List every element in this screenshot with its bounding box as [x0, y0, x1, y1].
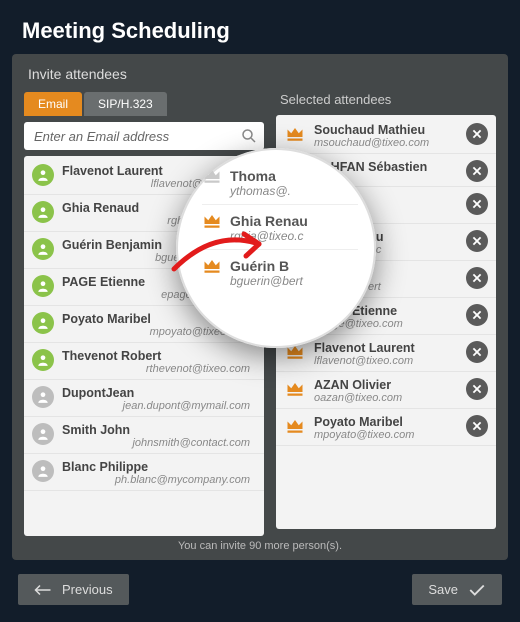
person-icon — [32, 423, 54, 445]
person-icon — [32, 349, 54, 371]
panel-title: Invite attendees — [24, 66, 496, 92]
magnified-row: Thoma ythomas@. — [202, 160, 358, 205]
selected-row[interactable]: AZAN Olivier oazan@tixeo.com — [276, 372, 496, 409]
remove-button[interactable] — [466, 160, 488, 182]
person-icon — [32, 275, 54, 297]
selected-email: oazan@tixeo.com — [314, 392, 466, 404]
contact-name: Blanc Philippe — [62, 460, 256, 474]
contact-email: johnsmith@contact.com — [62, 437, 256, 449]
remove-button[interactable] — [466, 415, 488, 437]
tabs: Email SIP/H.323 — [24, 92, 264, 116]
remove-button[interactable] — [466, 230, 488, 252]
selected-name: Poyato Maribel — [314, 415, 466, 429]
selected-name: Souchaud Mathieu — [314, 123, 466, 137]
footer: Previous Save — [0, 560, 520, 619]
remove-button[interactable] — [466, 267, 488, 289]
tab-email[interactable]: Email — [24, 92, 82, 116]
selected-row[interactable]: Poyato Maribel mpoyato@tixeo.com — [276, 409, 496, 446]
crown-icon — [284, 415, 306, 437]
magnified-email: ythomas@. — [230, 184, 291, 198]
remove-button[interactable] — [466, 304, 488, 326]
contact-name: DupontJean — [62, 386, 256, 400]
contact-row[interactable]: Blanc Philippe ph.blanc@mycompany.com — [24, 454, 264, 491]
page-title: Meeting Scheduling — [0, 0, 520, 54]
contact-name: Thevenot Robert — [62, 349, 256, 363]
remove-button[interactable] — [466, 341, 488, 363]
contact-name: Smith John — [62, 423, 256, 437]
person-icon — [32, 460, 54, 482]
tab-sip[interactable]: SIP/H.323 — [84, 92, 167, 116]
contact-email: jean.dupont@mymail.com — [62, 400, 256, 412]
selected-row[interactable]: Souchaud Mathieu msouchaud@tixeo.com — [276, 117, 496, 154]
crown-icon — [284, 123, 306, 145]
selected-email: lflavenot@tixeo.com — [314, 355, 466, 367]
contact-row[interactable]: Smith John johnsmith@contact.com — [24, 417, 264, 454]
magnified-name: Thoma — [230, 168, 291, 184]
selected-email: mpoyato@tixeo.com — [314, 429, 466, 441]
person-icon — [32, 312, 54, 334]
magnifier-overlay: Thoma ythomas@. Ghia Renau rghia@tixeo.c… — [176, 148, 376, 348]
crown-icon — [202, 213, 222, 229]
crown-icon — [202, 258, 222, 274]
person-icon — [32, 386, 54, 408]
search-input[interactable] — [24, 122, 264, 150]
person-icon — [32, 201, 54, 223]
magnified-row: Ghia Renau rghia@tixeo.c — [202, 205, 358, 250]
remove-button[interactable] — [466, 378, 488, 400]
selected-title: Selected attendees — [276, 92, 496, 115]
remove-button[interactable] — [466, 123, 488, 145]
magnified-row: Guérin B bguerin@bert — [202, 250, 358, 294]
previous-button[interactable]: Previous — [18, 574, 129, 605]
check-icon — [468, 583, 486, 597]
crown-icon — [284, 378, 306, 400]
magnified-email: rghia@tixeo.c — [230, 229, 308, 243]
arrow-left-icon — [34, 583, 52, 597]
save-button[interactable]: Save — [412, 574, 502, 605]
contact-email: rthevenot@tixeo.com — [62, 363, 256, 375]
selected-name: Flavenot Laurent — [314, 341, 466, 355]
magnified-name: Guérin B — [230, 258, 303, 274]
search-field — [24, 122, 264, 150]
magnified-email: bguerin@bert — [230, 274, 303, 288]
selected-email: msouchaud@tixeo.com — [314, 137, 466, 149]
selected-name: AZAN Olivier — [314, 378, 466, 392]
person-icon — [32, 238, 54, 260]
previous-label: Previous — [62, 582, 113, 597]
save-label: Save — [428, 582, 458, 597]
contact-email: ph.blanc@mycompany.com — [62, 474, 256, 486]
remove-button[interactable] — [466, 193, 488, 215]
contact-row[interactable]: DupontJean jean.dupont@mymail.com — [24, 380, 264, 417]
magnified-name: Ghia Renau — [230, 213, 308, 229]
contact-row[interactable]: Thevenot Robert rthevenot@tixeo.com — [24, 343, 264, 380]
person-icon — [32, 164, 54, 186]
invite-note: You can invite 90 more person(s). — [24, 536, 496, 554]
